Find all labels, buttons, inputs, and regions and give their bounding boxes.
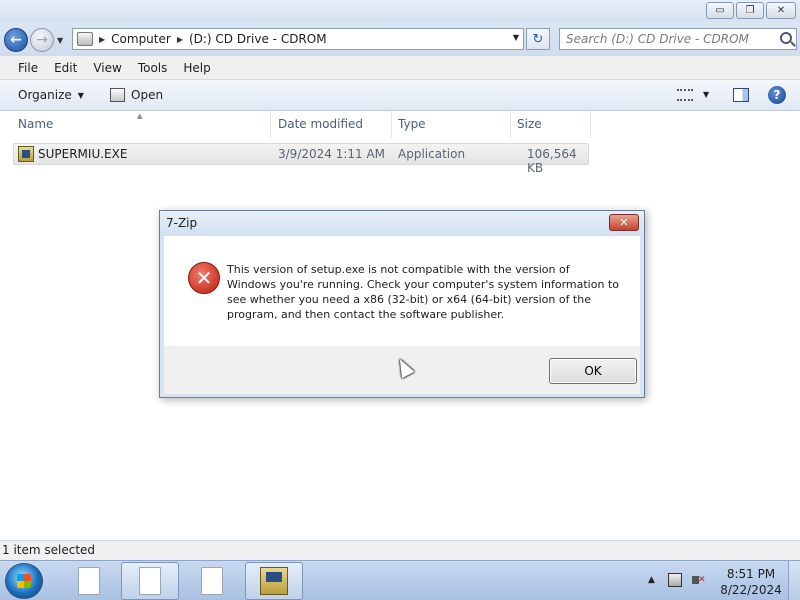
breadcrumb-cd-drive[interactable]: (D:) CD Drive - CDROM <box>189 32 327 46</box>
minimize-button[interactable]: ▭ <box>706 2 734 19</box>
recent-pages-dropdown[interactable]: ▼ <box>57 36 63 45</box>
system-clock[interactable]: 8:51 PM 8/22/2024 <box>716 566 786 598</box>
column-headers: Name ▲ Date modified Type Size <box>0 111 800 138</box>
file-size: 106,564 KB <box>527 147 577 175</box>
taskbar-item-setup[interactable] <box>245 562 303 600</box>
menu-file[interactable]: File <box>10 61 46 75</box>
search-input[interactable] <box>560 29 770 49</box>
view-options-dropdown-icon[interactable]: ▼ <box>703 90 709 99</box>
column-header-type[interactable]: Type <box>392 111 511 138</box>
close-window-button[interactable]: ✕ <box>766 2 796 19</box>
search-box[interactable] <box>559 28 797 50</box>
breadcrumb-separator-icon[interactable]: ▶ <box>177 35 183 44</box>
document-icon <box>201 567 223 595</box>
refresh-icon: ↻ <box>532 31 544 47</box>
breadcrumb-separator-icon[interactable]: ▶ <box>99 35 105 44</box>
dialog-close-button[interactable]: ✕ <box>609 214 639 231</box>
menu-help[interactable]: Help <box>175 61 218 75</box>
drive-icon <box>77 32 93 46</box>
file-row[interactable]: SUPERMIU.EXE 3/9/2024 1:11 AM Applicatio… <box>13 143 589 175</box>
taskbar-item-document-3[interactable] <box>183 562 241 600</box>
clock-time: 8:51 PM <box>726 567 776 581</box>
back-arrow-icon: ← <box>10 32 22 48</box>
change-view-icon[interactable] <box>677 89 693 101</box>
dialog-body: ✕ This version of setup.exe is not compa… <box>164 236 640 346</box>
back-button[interactable]: ← <box>4 28 28 52</box>
open-button[interactable]: Open <box>110 88 163 102</box>
file-type: Application <box>398 147 466 161</box>
show-hidden-icons-icon[interactable]: ▲ <box>648 575 655 585</box>
menu-tools[interactable]: Tools <box>130 61 176 75</box>
window-controls: ▭ ❐ ✕ <box>706 2 796 19</box>
error-icon: ✕ <box>188 262 220 294</box>
menu-edit[interactable]: Edit <box>46 61 85 75</box>
setup-program-icon <box>260 567 288 595</box>
open-label: Open <box>131 88 164 102</box>
address-bar[interactable]: ▶ Computer ▶ (D:) CD Drive - CDROM ▼ <box>72 28 524 50</box>
open-icon <box>110 88 125 102</box>
network-icon[interactable] <box>668 573 682 587</box>
command-bar: Organize ▼ Open ▼ ? <box>0 80 800 111</box>
dialog-title: 7-Zip <box>166 216 198 230</box>
forward-arrow-icon: → <box>36 32 48 48</box>
menu-view[interactable]: View <box>85 61 129 75</box>
file-date-modified: 3/9/2024 1:11 AM <box>278 147 386 161</box>
sort-indicator-icon: ▲ <box>137 112 143 120</box>
taskbar-item-document-2[interactable] <box>121 562 179 600</box>
document-icon <box>78 567 100 595</box>
taskbar-item-document-1[interactable] <box>60 562 118 600</box>
window-title-bar: ▭ ❐ ✕ <box>0 0 800 22</box>
application-icon <box>18 146 34 162</box>
help-icon[interactable]: ? <box>768 86 786 104</box>
column-header-size[interactable]: Size <box>511 111 591 138</box>
column-header-date-modified[interactable]: Date modified <box>272 111 392 138</box>
clock-date: 8/22/2024 <box>720 583 782 597</box>
selection-status: 1 item selected <box>2 543 96 557</box>
taskbar: ▲ 8:51 PM 8/22/2024 <box>0 560 800 600</box>
file-name: SUPERMIU.EXE <box>38 147 128 161</box>
chevron-down-icon: ▼ <box>77 90 84 100</box>
organize-button[interactable]: Organize ▼ <box>18 88 84 102</box>
dialog-message: This version of setup.exe is not compati… <box>227 263 619 321</box>
organize-label: Organize <box>18 88 72 102</box>
search-icon[interactable] <box>780 32 792 44</box>
refresh-button[interactable]: ↻ <box>526 28 550 50</box>
forward-button[interactable]: → <box>30 28 54 52</box>
status-bar: 1 item selected <box>0 540 800 560</box>
document-icon <box>139 567 161 595</box>
show-desktop-button[interactable] <box>788 561 800 600</box>
ok-button[interactable]: OK <box>549 358 637 384</box>
preview-pane-icon[interactable] <box>733 88 749 102</box>
breadcrumb-computer[interactable]: Computer <box>111 32 171 46</box>
start-button[interactable] <box>5 563 43 599</box>
maximize-button[interactable]: ❐ <box>736 2 764 19</box>
menu-bar: File Edit View Tools Help <box>0 56 800 80</box>
dialog-title-bar[interactable]: 7-Zip ✕ <box>160 211 644 236</box>
address-row: ← → ▼ ▶ Computer ▶ (D:) CD Drive - CDROM… <box>0 22 800 56</box>
volume-muted-icon[interactable] <box>692 573 706 587</box>
address-dropdown-icon[interactable]: ▼ <box>513 33 519 42</box>
